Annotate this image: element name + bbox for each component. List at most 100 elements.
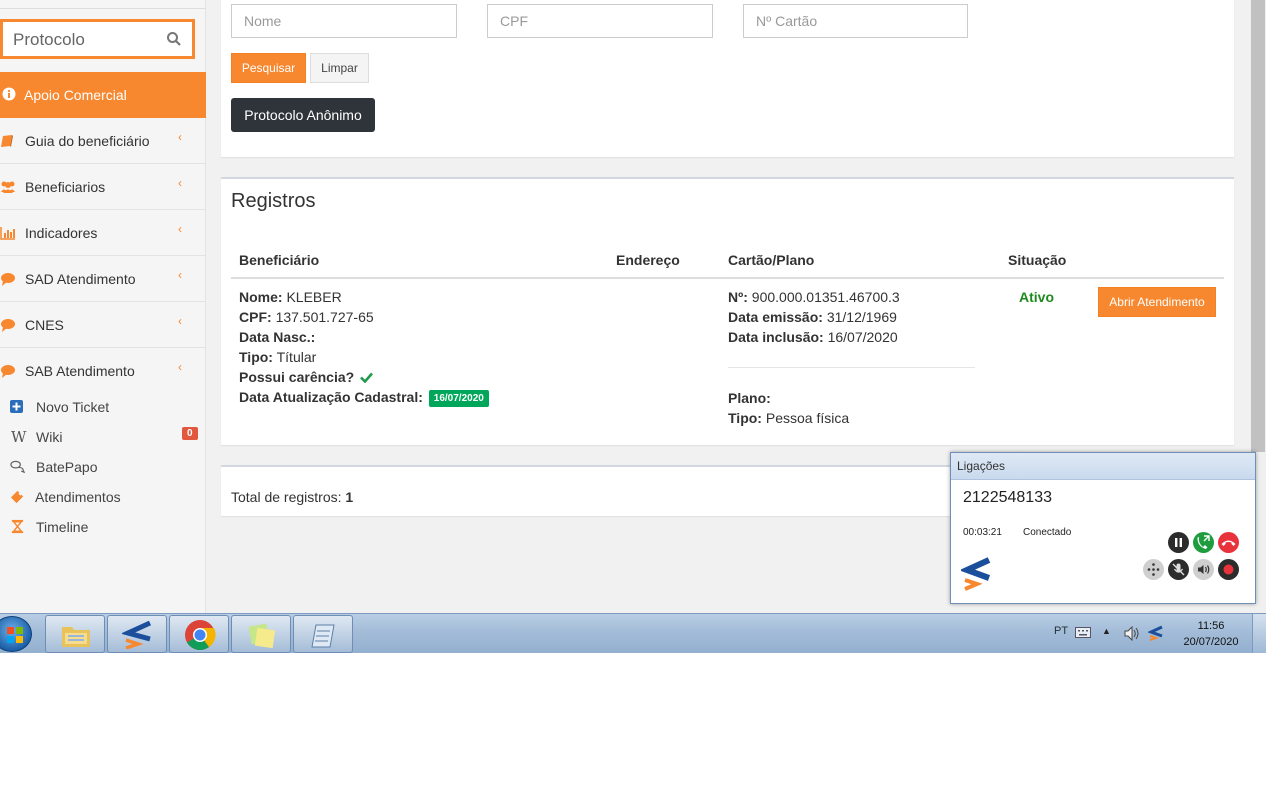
menu-item-label: Indicadores xyxy=(25,225,98,241)
cpf-label: CPF: xyxy=(239,309,272,325)
menu-item-guia-beneficiario[interactable]: Guia do beneficiário ‹ xyxy=(0,118,206,164)
protocol-search-input[interactable] xyxy=(13,28,163,52)
call-status: Conectado xyxy=(1023,527,1072,538)
menu-item-label: SAD Atendimento xyxy=(25,271,136,287)
clock-time: 11:56 xyxy=(1197,620,1225,632)
plano-cell: Plano: Tipo: Pessoa física xyxy=(728,388,849,428)
softphone-app-icon xyxy=(122,621,152,649)
chevron-left-icon: ‹ xyxy=(178,130,182,144)
sticky-notes-icon xyxy=(248,623,276,649)
search-panel: Pesquisar Limpar Protocolo Anônimo xyxy=(221,0,1234,157)
search-button[interactable]: Pesquisar xyxy=(231,53,306,83)
taskbar-explorer-button[interactable] xyxy=(45,615,105,653)
numero-value: 900.000.01351.46700.3 xyxy=(751,289,900,305)
nome-input[interactable] xyxy=(231,4,457,38)
tipo-value: Títular xyxy=(276,349,317,365)
data-nasc-label: Data Nasc.: xyxy=(239,329,316,345)
clear-button[interactable]: Limpar xyxy=(310,53,369,83)
pause-icon xyxy=(1175,538,1182,547)
plano-tipo-label: Tipo: xyxy=(728,410,762,426)
bar-chart-icon xyxy=(0,227,15,240)
wiki-icon: W xyxy=(11,428,27,446)
submenu-item-label: BatePapo xyxy=(36,459,98,475)
keyboard-icon[interactable] xyxy=(1075,627,1091,638)
chevron-left-icon: ‹ xyxy=(178,176,182,190)
anonymous-protocol-button[interactable]: Protocolo Anônimo xyxy=(231,98,375,132)
record-icon xyxy=(1223,564,1234,575)
chevron-left-icon: ‹ xyxy=(178,268,182,282)
cartao-input[interactable] xyxy=(743,4,968,38)
cpf-input[interactable] xyxy=(487,4,713,38)
pause-button[interactable] xyxy=(1168,532,1189,553)
clock-date: 20/07/2020 xyxy=(1183,636,1239,648)
hang-up-button[interactable] xyxy=(1218,532,1239,553)
mute-button[interactable] xyxy=(1168,559,1189,580)
start-button[interactable] xyxy=(0,616,32,652)
dialpad-button[interactable] xyxy=(1143,559,1164,580)
plus-square-icon xyxy=(10,400,23,413)
calls-popup: Ligações 2122548133 00:03:21 Conectado xyxy=(950,452,1256,604)
dialpad-icon xyxy=(1147,563,1160,576)
transfer-call-button[interactable] xyxy=(1193,532,1214,553)
sidebar: Apoio Comercial Guia do beneficiário ‹ B… xyxy=(0,0,206,613)
caller-number: 2122548133 xyxy=(963,489,1052,506)
plano-tipo-value: Pessoa física xyxy=(765,410,850,426)
submenu-item-timeline[interactable]: Timeline xyxy=(0,512,206,542)
info-icon xyxy=(2,87,16,101)
chat-bubbles-icon xyxy=(10,460,25,474)
submenu-item-label: Novo Ticket xyxy=(36,399,110,415)
scrollbar-thumb[interactable] xyxy=(1251,0,1265,452)
open-attendance-button[interactable]: Abrir Atendimento xyxy=(1098,287,1216,317)
beneficiario-cell: Nome: KLEBER CPF: 137.501.727-65 Data Na… xyxy=(239,287,489,407)
show-desktop-button[interactable] xyxy=(1252,614,1266,653)
data-emissao-label: Data emissão: xyxy=(728,309,823,325)
hourglass-icon xyxy=(11,519,24,534)
column-header-beneficiario: Beneficiário xyxy=(239,252,320,268)
speaker-icon xyxy=(1198,565,1210,574)
softphone-logo-icon xyxy=(961,557,991,591)
volume-icon[interactable] xyxy=(1124,626,1140,641)
submenu-item-label: Wiki xyxy=(36,429,63,445)
taskbar-chrome-button[interactable] xyxy=(169,615,229,653)
folder-icon xyxy=(62,627,90,647)
total-records: Total de registros: 1 xyxy=(231,489,353,505)
language-indicator[interactable]: PT xyxy=(1054,625,1068,637)
submenu-item-batepapo[interactable]: BatePapo xyxy=(0,452,206,482)
search-icon[interactable] xyxy=(166,31,182,47)
menu-item-sad-atendimento[interactable]: SAD Atendimento ‹ xyxy=(0,256,206,302)
menu-item-apoio-comercial[interactable]: Apoio Comercial xyxy=(0,72,206,118)
submenu-item-label: Atendimentos xyxy=(35,489,121,505)
menu-item-beneficiarios[interactable]: Beneficiarios ‹ xyxy=(0,164,206,210)
softphone-tray-icon[interactable] xyxy=(1148,625,1164,641)
plano-label: Plano: xyxy=(728,390,771,406)
protocol-search-box xyxy=(0,19,195,59)
submenu-item-novo-ticket[interactable]: Novo Ticket xyxy=(0,392,206,422)
menu-item-label: Beneficiarios xyxy=(25,179,106,195)
taskbar-sticky-notes-button[interactable] xyxy=(231,615,291,653)
hang-up-icon xyxy=(1221,540,1236,546)
cartao-cell: Nº: 900.000.01351.46700.3 Data emissão: … xyxy=(728,287,900,347)
menu-item-indicadores[interactable]: Indicadores ‹ xyxy=(0,210,206,256)
ticket-icon xyxy=(10,490,24,504)
show-hidden-icons-arrow-icon[interactable]: ▲ xyxy=(1102,626,1111,636)
taskbar-clock[interactable]: 11:56 20/07/2020 xyxy=(1176,618,1246,650)
tipo-label: Tipo: xyxy=(239,349,273,365)
menu-item-cnes[interactable]: CNES ‹ xyxy=(0,302,206,348)
chat-icon xyxy=(1,273,15,286)
speaker-button[interactable] xyxy=(1193,559,1214,580)
submenu-item-atendimentos[interactable]: Atendimentos xyxy=(0,482,206,512)
nome-value: KLEBER xyxy=(286,289,342,305)
cpf-value: 137.501.727-65 xyxy=(275,309,374,325)
submenu-item-wiki[interactable]: W Wiki 0 xyxy=(0,422,206,452)
taskbar-notepad-button[interactable] xyxy=(293,615,353,653)
menu-item-sab-atendimento[interactable]: SAB Atendimento ‹ xyxy=(0,348,206,394)
column-header-cartao-plano: Cartão/Plano xyxy=(728,252,815,268)
phone-transfer-icon xyxy=(1197,535,1210,549)
data-inclusao-value: 16/07/2020 xyxy=(827,329,898,345)
taskbar-softphone-button[interactable] xyxy=(107,615,167,653)
cartao-plano-divider xyxy=(728,367,975,368)
menu-item-label: CNES xyxy=(25,317,64,333)
call-duration: 00:03:21 xyxy=(963,527,1002,538)
notepad-icon xyxy=(311,624,335,648)
record-button[interactable] xyxy=(1218,559,1239,580)
